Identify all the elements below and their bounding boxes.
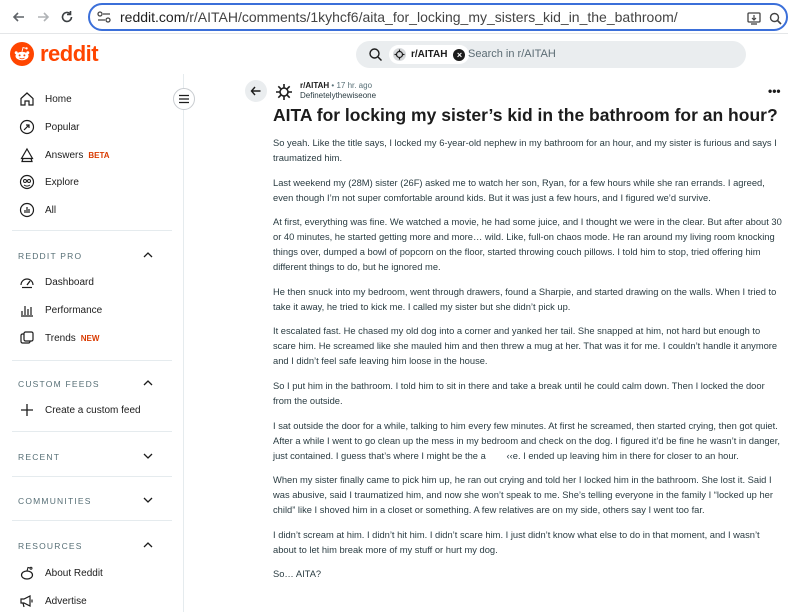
sidebar-item-performance[interactable]: Performance bbox=[18, 299, 102, 321]
post-paragraph: So I put him in the bathroom. I told him… bbox=[273, 380, 765, 406]
sidebar-item-home[interactable]: Home bbox=[18, 88, 72, 110]
sidebar-item-label: All bbox=[45, 204, 57, 216]
post-paragraph: So… AITA? bbox=[273, 569, 322, 580]
search-bar[interactable]: r/AITAH × Search in r/AITAH bbox=[356, 41, 746, 68]
create-custom-feed-button[interactable]: Create a custom feed bbox=[18, 399, 141, 421]
post-paragraph: So yeah. Like the title says, I locked m… bbox=[273, 138, 777, 163]
post-paragraph: He then snuck into my bedroom, went thro… bbox=[273, 286, 777, 312]
url-host: reddit.com bbox=[120, 9, 186, 25]
post-paragraph: At first, everything was fine. We watche… bbox=[273, 217, 782, 273]
sidebar-item-label: Trends bbox=[45, 332, 76, 344]
search-placeholder[interactable]: Search in r/AITAH bbox=[468, 48, 556, 60]
browser-toolbar: reddit.com/r/AITAH/comments/1kyhcf6/aita… bbox=[0, 0, 788, 34]
post-author[interactable]: Definetelythewiseone bbox=[300, 91, 376, 101]
sidebar-item-all[interactable]: All bbox=[18, 199, 56, 221]
custom-feeds-section-title[interactable]: CUSTOM FEEDS bbox=[18, 379, 100, 389]
home-icon bbox=[18, 90, 36, 108]
sidebar-item-label: Home bbox=[45, 93, 72, 105]
sidebar-item-label: Performance bbox=[45, 304, 103, 316]
install-app-icon[interactable] bbox=[745, 9, 763, 27]
reddit-pro-section-title[interactable]: REDDIT PRO bbox=[18, 251, 82, 261]
about-reddit-icon bbox=[18, 564, 36, 582]
post-paragraph: It escalated fast. He chased my old dog … bbox=[273, 326, 778, 367]
url-path: /r/AITAH/comments/1kyhcf6/aita_for_locki… bbox=[185, 9, 678, 25]
post-body: So yeah. Like the title says, I locked m… bbox=[273, 136, 783, 592]
sidebar-item-label: About Reddit bbox=[45, 567, 103, 579]
sidebar-item-label: Create a custom feed bbox=[45, 404, 141, 416]
sidebar-divider bbox=[12, 431, 172, 432]
reload-icon[interactable] bbox=[56, 6, 78, 28]
beta-badge: BETA bbox=[88, 150, 110, 160]
sidebar-item-label: Answers bbox=[45, 149, 84, 161]
post-time: • 17 hr. ago bbox=[331, 81, 373, 90]
explore-icon bbox=[18, 173, 36, 191]
sidebar-item-label: Explore bbox=[45, 176, 79, 188]
advertise-icon bbox=[18, 592, 36, 610]
resources-section-title[interactable]: RESOURCES bbox=[18, 541, 83, 551]
subreddit-avatar[interactable] bbox=[274, 82, 294, 102]
subreddit-link[interactable]: r/AITAH bbox=[300, 81, 329, 90]
post-paragraph: I didn’t scream at him. I didn’t hit him… bbox=[273, 529, 760, 555]
back-arrow-icon[interactable] bbox=[8, 6, 30, 28]
post-meta: r/AITAH • 17 hr. ago Definetelythewiseon… bbox=[300, 81, 376, 101]
back-button[interactable] bbox=[245, 80, 267, 102]
chevron-down-icon[interactable] bbox=[142, 495, 154, 505]
reddit-header: reddit r/AITAH × Search in r/AITAH bbox=[0, 35, 788, 73]
recent-section-title[interactable]: RECENT bbox=[18, 452, 60, 462]
trends-icon bbox=[18, 329, 36, 347]
collapse-sidebar-button[interactable] bbox=[173, 88, 195, 110]
address-bar[interactable]: reddit.com/r/AITAH/comments/1kyhcf6/aita… bbox=[88, 3, 788, 31]
zoom-icon[interactable] bbox=[766, 9, 784, 27]
sidebar-item-about-reddit[interactable]: About Reddit bbox=[18, 562, 103, 584]
post-paragraph: Last weekend my (28M) sister (26F) asked… bbox=[273, 177, 765, 203]
chevron-up-icon[interactable] bbox=[142, 250, 154, 260]
sidebar-divider bbox=[12, 360, 172, 361]
post-paragraph: When my sister finally came to pick him … bbox=[273, 475, 773, 516]
site-settings-icon[interactable] bbox=[96, 10, 112, 24]
chevron-up-icon[interactable] bbox=[142, 540, 154, 550]
performance-icon bbox=[18, 301, 36, 319]
subreddit-chip-label: r/AITAH bbox=[411, 49, 448, 60]
answers-icon bbox=[18, 146, 36, 164]
menu-icon bbox=[179, 94, 189, 104]
sidebar-item-trends[interactable]: Trends NEW bbox=[18, 327, 99, 349]
sidebar-item-label: Advertise bbox=[45, 595, 87, 607]
left-sidebar: Home Popular Answers BETA Explore All RE… bbox=[0, 74, 184, 612]
reddit-snoo-icon bbox=[10, 42, 34, 66]
popular-icon bbox=[18, 118, 36, 136]
sidebar-item-advertise[interactable]: Advertise bbox=[18, 590, 87, 612]
clear-chip-icon[interactable]: × bbox=[453, 48, 466, 61]
sidebar-item-popular[interactable]: Popular bbox=[18, 116, 79, 138]
forward-arrow-icon[interactable] bbox=[32, 6, 54, 28]
reddit-wordmark: reddit bbox=[40, 41, 99, 66]
post-paragraph: I sat outside the door for a while, talk… bbox=[273, 420, 783, 461]
sidebar-item-explore[interactable]: Explore bbox=[18, 171, 79, 193]
aitah-subreddit-icon bbox=[276, 84, 292, 100]
sidebar-divider bbox=[12, 476, 172, 477]
reddit-logo[interactable]: reddit bbox=[10, 41, 99, 67]
new-badge: NEW bbox=[80, 333, 100, 343]
sidebar-divider bbox=[12, 520, 172, 521]
search-icon bbox=[369, 48, 383, 62]
sidebar-divider bbox=[12, 230, 172, 231]
arrow-left-icon bbox=[250, 86, 261, 96]
all-icon bbox=[18, 201, 36, 219]
subreddit-icon bbox=[393, 48, 406, 61]
sidebar-item-label: Popular bbox=[45, 121, 80, 133]
chevron-up-icon[interactable] bbox=[142, 378, 154, 388]
more-options-icon[interactable]: ••• bbox=[768, 84, 781, 98]
sidebar-item-answers[interactable]: Answers BETA bbox=[18, 144, 110, 166]
subreddit-search-chip[interactable]: r/AITAH × bbox=[389, 45, 470, 64]
chevron-down-icon[interactable] bbox=[142, 451, 154, 461]
sidebar-item-label: Dashboard bbox=[45, 276, 94, 288]
dashboard-icon bbox=[18, 273, 36, 291]
url-text[interactable]: reddit.com/r/AITAH/comments/1kyhcf6/aita… bbox=[120, 9, 678, 25]
post-title: AITA for locking my sister’s kid in the … bbox=[273, 105, 778, 125]
sidebar-item-dashboard[interactable]: Dashboard bbox=[18, 271, 94, 293]
plus-icon bbox=[18, 401, 36, 419]
communities-section-title[interactable]: COMMUNITIES bbox=[18, 496, 92, 506]
